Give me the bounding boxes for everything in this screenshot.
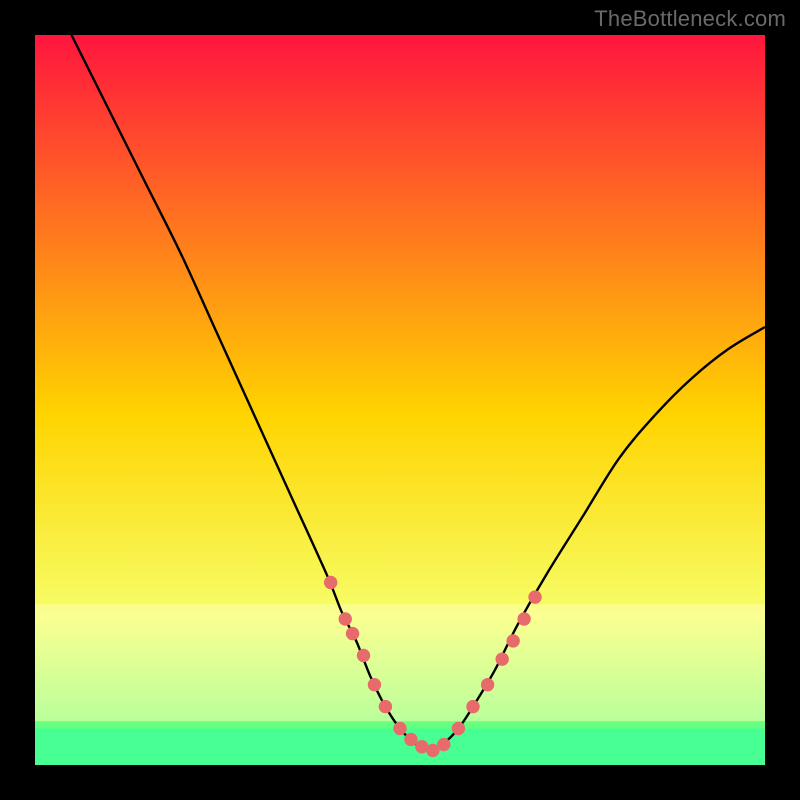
highlight-band xyxy=(35,604,765,721)
curve-dot xyxy=(529,591,541,603)
curve-dot xyxy=(518,613,530,625)
curve-dot xyxy=(405,733,417,745)
curve-dot xyxy=(452,722,464,734)
curve-dot xyxy=(467,700,479,712)
curve-dot xyxy=(481,679,493,691)
chart-frame: TheBottleneck.com xyxy=(0,0,800,800)
curve-dot xyxy=(394,722,406,734)
watermark-text: TheBottleneck.com xyxy=(594,6,786,32)
plot-area xyxy=(35,35,765,765)
curve-dot xyxy=(507,635,519,647)
curve-chart xyxy=(35,35,765,765)
curve-dot xyxy=(379,700,391,712)
curve-dot xyxy=(346,627,358,639)
curve-dot xyxy=(427,744,439,756)
curve-dot xyxy=(496,653,508,665)
curve-dot xyxy=(438,738,450,750)
curve-dot xyxy=(368,679,380,691)
curve-dot xyxy=(357,649,369,661)
curve-dot xyxy=(324,576,336,588)
curve-dot xyxy=(339,613,351,625)
